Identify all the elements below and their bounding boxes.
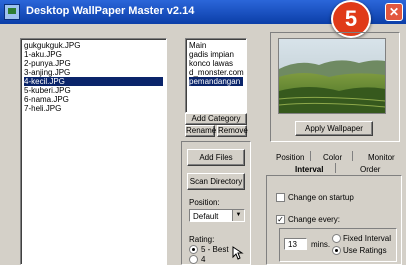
position-select[interactable]: Default ▼ xyxy=(189,209,245,222)
category-list[interactable]: Main gadis impian konco lawas d_monster.… xyxy=(185,38,247,113)
minutes-input[interactable]: 13 xyxy=(284,238,307,250)
list-item[interactable]: 5-kuberi.JPG xyxy=(24,86,163,95)
scan-directory-button[interactable]: Scan Directory xyxy=(187,173,245,190)
rating-option-5: 5 - Best xyxy=(201,245,229,254)
rating-option-4: 4 xyxy=(201,255,206,264)
tab-position[interactable]: Position xyxy=(276,153,304,162)
rename-button[interactable]: Rename xyxy=(185,125,216,137)
use-ratings-label: Use Ratings xyxy=(343,246,387,255)
tab-order[interactable]: Order xyxy=(360,165,380,174)
add-category-button[interactable]: Add Category xyxy=(185,113,247,125)
tab-divider xyxy=(335,163,336,173)
tab-divider xyxy=(352,151,353,161)
tab-color[interactable]: Color xyxy=(323,153,342,162)
category-item[interactable]: Main xyxy=(189,41,243,50)
category-item[interactable]: d_monster.com xyxy=(189,68,244,77)
rating-radio-4[interactable] xyxy=(189,255,198,264)
tab-interval[interactable]: Interval xyxy=(295,165,323,174)
add-files-button[interactable]: Add Files xyxy=(187,149,245,166)
tab-monitor[interactable]: Monitor xyxy=(368,153,395,162)
change-every-label: Change every: xyxy=(288,215,341,224)
position-value: Default xyxy=(193,212,219,221)
apply-wallpaper-button[interactable]: Apply Wallpaper xyxy=(295,121,373,136)
list-item[interactable]: 6-nama.JPG xyxy=(24,95,163,104)
list-item[interactable]: 3-anjing.JPG xyxy=(24,68,163,77)
rating-radio-5[interactable] xyxy=(189,245,198,254)
middle-panel: Add Files Scan Directory Position: Defau… xyxy=(181,141,251,265)
interval-settings-group: 13 mins. Fixed Interval Use Ratings xyxy=(279,228,397,262)
file-list[interactable]: gukgukguk.JPG 1-aku.JPG 2-punya.JPG 3-an… xyxy=(20,38,167,265)
use-ratings-radio[interactable] xyxy=(332,246,341,255)
remove-button[interactable]: Remove xyxy=(217,125,248,137)
list-item[interactable]: 2-punya.JPG xyxy=(24,59,163,68)
change-on-startup-label: Change on startup xyxy=(288,193,354,202)
category-item-selected[interactable]: pemandangan xyxy=(189,77,243,86)
category-item[interactable]: konco lawas xyxy=(189,59,243,68)
change-every-checkbox[interactable]: ✓ xyxy=(276,215,285,224)
fixed-interval-label: Fixed Interval xyxy=(343,234,392,243)
change-on-startup-checkbox[interactable] xyxy=(276,193,285,202)
fixed-interval-radio[interactable] xyxy=(332,234,341,243)
list-item[interactable]: gukgukguk.JPG xyxy=(24,41,163,50)
minutes-value: 13 xyxy=(288,240,297,249)
cursor-icon xyxy=(232,246,244,260)
wallpaper-preview xyxy=(278,38,386,114)
close-icon[interactable]: ✕ xyxy=(385,3,403,21)
position-label: Position: xyxy=(189,198,220,207)
rating-label: Rating: xyxy=(189,235,215,244)
window-title: Desktop WallPaper Master v2.14 xyxy=(26,5,195,17)
list-item-selected[interactable]: 4-kecil.JPG xyxy=(24,77,163,86)
minutes-unit: mins. xyxy=(311,240,331,249)
list-item[interactable]: 7-heli.JPG xyxy=(24,104,163,113)
interval-panel: Change on startup ✓ Change every: 13 min… xyxy=(266,175,402,265)
dropdown-arrow-icon[interactable]: ▼ xyxy=(232,210,244,221)
app-icon xyxy=(4,4,20,20)
category-item[interactable]: gadis impian xyxy=(189,50,243,59)
tab-divider xyxy=(310,151,311,161)
list-item[interactable]: 1-aku.JPG xyxy=(24,50,163,59)
